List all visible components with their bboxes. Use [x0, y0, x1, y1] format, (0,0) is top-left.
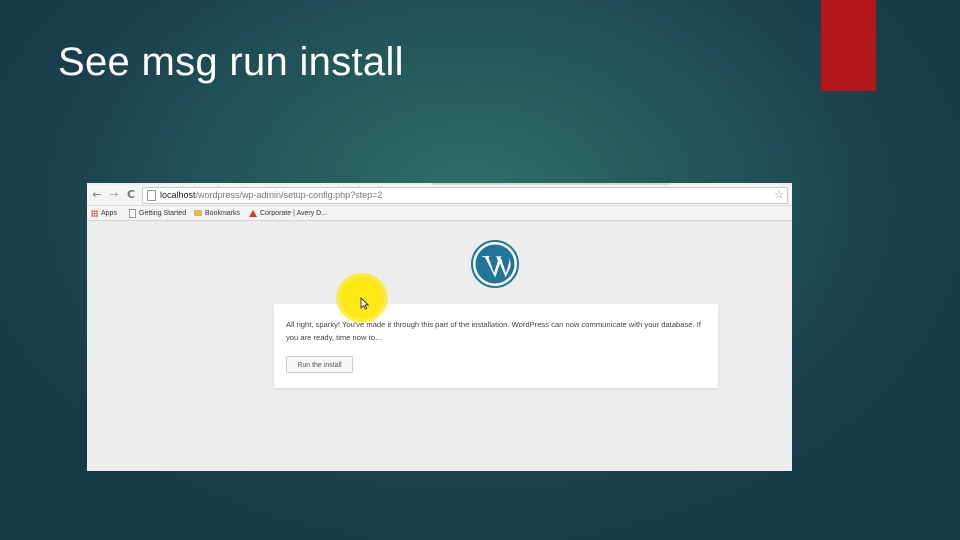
back-arrow-icon[interactable]: ← — [91, 188, 103, 202]
bookmark-label: Bookmarks — [205, 209, 241, 217]
bookmarks-bar: Apps Getting Started Bookmarks Corporate… — [87, 206, 792, 221]
star-icon[interactable]: ☆ — [774, 188, 784, 202]
page-icon — [129, 208, 136, 218]
bookmark-bookmarks[interactable]: Bookmarks — [194, 206, 240, 220]
bookmark-getting-started[interactable]: Getting Started — [129, 206, 186, 220]
url-host: localhost — [160, 190, 196, 200]
run-install-button[interactable]: Run the install — [286, 356, 353, 373]
bookmark-corporate[interactable]: Corporate | Avery D... — [249, 206, 327, 220]
url-path: /wordpress/wp-admin/setup-config.php?ste… — [195, 190, 383, 200]
bookmark-label: Getting Started — [139, 209, 187, 217]
setup-message: All right, sparky! You've made it throug… — [286, 320, 701, 342]
slide-title: See msg run install — [58, 40, 404, 84]
url-text: localhost/wordpress/wp-admin/setup-confi… — [160, 189, 382, 201]
bookmark-apps[interactable]: Apps — [91, 206, 117, 220]
bookmark-label: Apps — [101, 209, 117, 217]
apps-icon — [91, 209, 98, 217]
reload-icon[interactable]: C — [125, 188, 137, 202]
setup-card: All right, sparky! You've made it throug… — [274, 304, 718, 388]
bookmark-label: Corporate | Avery D... — [260, 209, 328, 217]
address-bar[interactable]: localhost/wordpress/wp-admin/setup-confi… — [142, 187, 788, 204]
folder-icon — [194, 210, 202, 216]
wordpress-logo-icon — [471, 240, 519, 288]
forward-arrow-icon[interactable]: → — [108, 188, 120, 202]
page-icon — [147, 190, 156, 201]
browser-toolbar: ← → C localhost/wordpress/wp-admin/setup… — [87, 185, 792, 206]
warning-icon — [249, 209, 257, 217]
cursor-icon — [360, 297, 369, 310]
browser-screenshot: ← → C localhost/wordpress/wp-admin/setup… — [87, 183, 792, 471]
accent-tab — [821, 0, 876, 91]
